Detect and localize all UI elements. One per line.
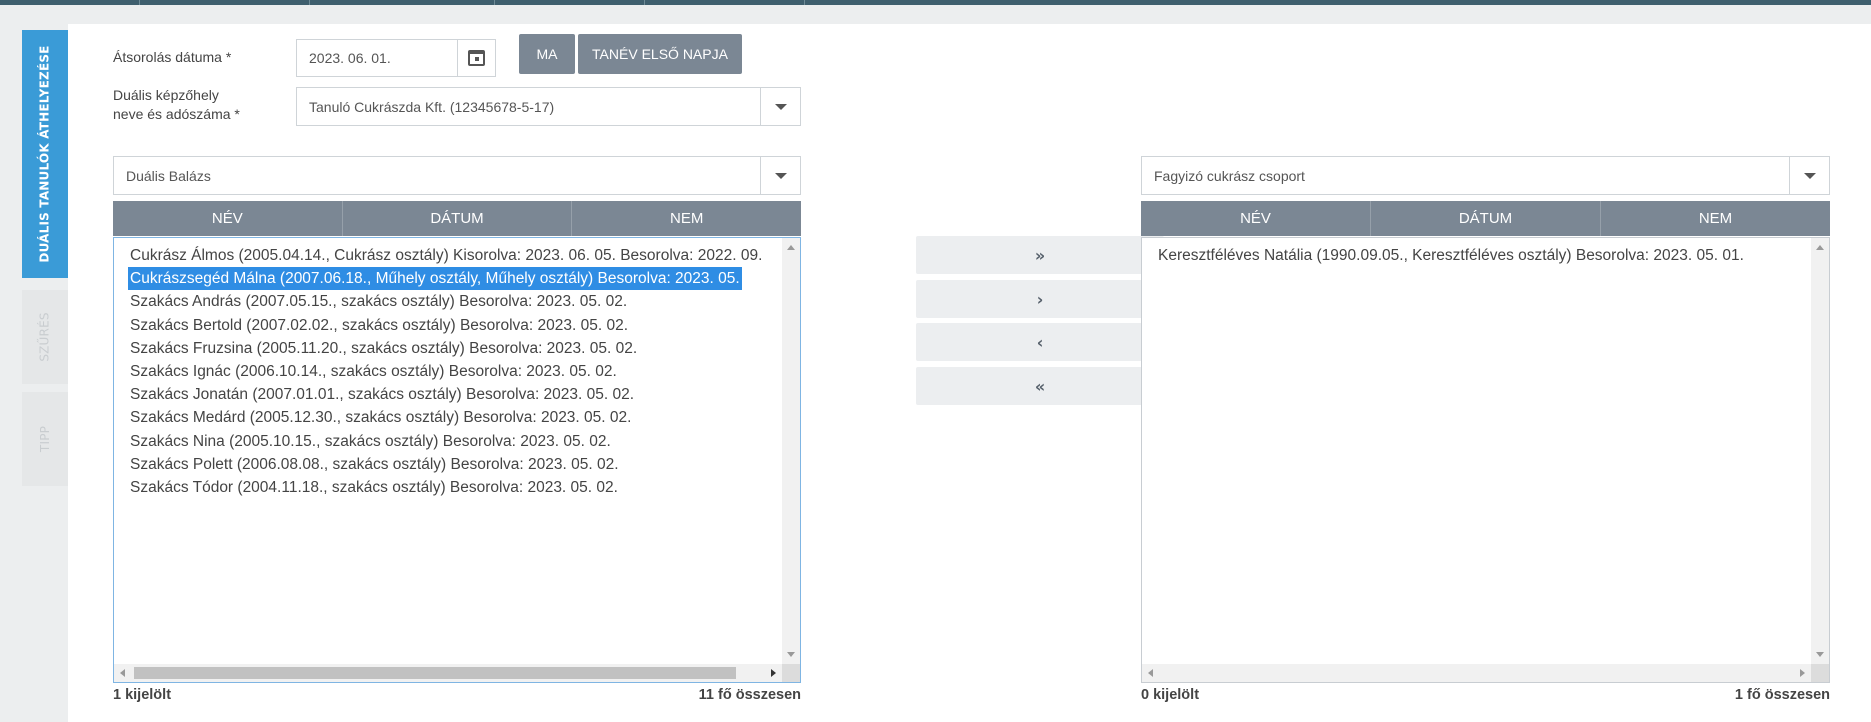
move-right-button[interactable]: › (916, 280, 1164, 318)
list-item-label: Szakács Nina (2005.10.15., szakács osztá… (130, 432, 611, 450)
scroll-down-icon[interactable] (1816, 652, 1824, 657)
calendar-button[interactable] (457, 40, 495, 76)
top-nav-bar (0, 0, 1871, 5)
dropdown-button[interactable] (1789, 157, 1829, 194)
list-item[interactable]: Szakács Fruzsina (2005.11.20., szakács o… (128, 337, 778, 360)
list-item[interactable]: Szakács Jonatán (2007.01.01., szakács os… (128, 383, 778, 406)
chevron-left-icon: ‹ (1036, 332, 1044, 352)
tab-filter[interactable]: SZŰRÉS (22, 290, 68, 384)
column-date[interactable]: DÁTUM (1371, 201, 1601, 236)
workplace-value: Tanuló Cukrászda Kft. (12345678-5-17) (309, 98, 555, 115)
column-name[interactable]: NÉV (1141, 201, 1371, 236)
chevron-down-icon (774, 172, 787, 179)
workplace-select[interactable]: Tanuló Cukrászda Kft. (12345678-5-17) (296, 87, 801, 126)
tab-dual-students-transfer[interactable]: DUÁLIS TANULÓK ÁTHELYEZÉSE (22, 30, 68, 278)
left-student-list[interactable]: Cukrász Álmos (2005.04.14., Cukrász oszt… (113, 237, 801, 683)
list-item[interactable]: Szakács Ignác (2006.10.14., szakács oszt… (128, 360, 778, 383)
list-item-label: Szakács Medárd (2005.12.30., szakács osz… (130, 409, 632, 427)
right-list-header: NÉV DÁTUM NEM (1141, 201, 1830, 236)
workplace-label-line2: neve és adószáma * (113, 106, 240, 122)
move-left-button[interactable]: ‹ (916, 323, 1164, 361)
scroll-corner (1811, 664, 1829, 682)
scroll-up-icon[interactable] (1816, 245, 1824, 250)
list-item-label: Szakács Ignác (2006.10.14., szakács oszt… (130, 362, 617, 380)
move-all-left-button[interactable]: « (916, 367, 1164, 405)
left-group-select[interactable]: Duális Balázs (113, 156, 801, 195)
calendar-icon (468, 50, 485, 66)
list-item-label: Szakács Polett (2006.08.08., szakács osz… (130, 455, 619, 473)
right-total-count: 1 fő összesen (1734, 687, 1830, 703)
list-item[interactable]: Szakács Polett (2006.08.08., szakács osz… (128, 453, 778, 476)
horizontal-scrollbar[interactable] (1142, 664, 1811, 682)
list-item[interactable]: Keresztféléves Natália (1990.09.05., Ker… (1156, 244, 1807, 267)
list-item-label: Szakács Fruzsina (2005.11.20., szakács o… (130, 339, 638, 357)
today-button[interactable]: MA (519, 34, 575, 74)
scroll-right-icon[interactable] (1800, 669, 1805, 677)
tab-label: SZŰRÉS (38, 312, 53, 362)
list-item-label: Szakács András (2007.05.15., szakács osz… (130, 293, 628, 311)
list-item[interactable]: Szakács Nina (2005.10.15., szakács osztá… (128, 430, 778, 453)
scroll-right-icon[interactable] (771, 669, 776, 677)
double-chevron-left-icon: « (1034, 376, 1046, 396)
right-list-items: Keresztféléves Natália (1990.09.05., Ker… (1156, 244, 1807, 267)
right-group-value: Fagyizó cukrász csoport (1154, 167, 1305, 184)
right-group-select[interactable]: Fagyizó cukrász csoport (1141, 156, 1830, 195)
tab-label: TIPP (38, 425, 52, 453)
left-list-header: NÉV DÁTUM NEM (113, 201, 801, 236)
list-item-label-selected: Cukrászsegéd Málna (2007.06.18., Műhely … (128, 267, 742, 291)
list-item[interactable]: Szakács Medárd (2005.12.30., szakács osz… (128, 406, 778, 429)
scroll-thumb[interactable] (134, 667, 736, 679)
scroll-down-icon[interactable] (787, 652, 795, 657)
tab-label: DUÁLIS TANULÓK ÁTHELYEZÉSE (38, 45, 53, 263)
left-total-count: 11 fő összesen (698, 687, 801, 703)
school-year-first-day-button[interactable]: TANÉV ELSŐ NAPJA (578, 34, 742, 74)
right-student-list[interactable]: Keresztféléves Natália (1990.09.05., Ker… (1141, 237, 1830, 683)
chevron-down-icon (774, 103, 787, 110)
list-item-label: Cukrász Álmos (2005.04.14., Cukrász oszt… (130, 247, 763, 264)
column-name[interactable]: NÉV (113, 201, 343, 236)
list-item[interactable]: Szakács Tódor (2004.11.18., szakács oszt… (128, 476, 778, 499)
list-item-label: Keresztféléves Natália (1990.09.05., Ker… (1158, 247, 1744, 264)
move-all-right-button[interactable]: » (916, 236, 1164, 274)
tab-tip[interactable]: TIPP (22, 392, 68, 486)
chevron-right-icon: › (1036, 289, 1044, 309)
list-item-label: Szakács Tódor (2004.11.18., szakács oszt… (130, 478, 618, 496)
left-list-items: Cukrász Álmos (2005.04.14., Cukrász oszt… (128, 244, 778, 499)
date-value: 2023. 06. 01. (309, 50, 391, 66)
list-item-label: Szakács Bertold (2007.02.02., szakács os… (130, 316, 628, 334)
column-gender[interactable]: NEM (1601, 201, 1830, 236)
list-item[interactable]: Szakács András (2007.05.15., szakács osz… (128, 290, 778, 313)
scroll-corner (782, 664, 800, 682)
scroll-up-icon[interactable] (787, 245, 795, 250)
horizontal-scrollbar[interactable] (114, 664, 782, 682)
left-selected-count: 1 kijelölt (113, 687, 172, 703)
list-item-label: Szakács Jonatán (2007.01.01., szakács os… (130, 386, 635, 404)
column-date[interactable]: DÁTUM (343, 201, 573, 236)
dropdown-button[interactable] (760, 157, 800, 194)
left-group-value: Duális Balázs (126, 167, 211, 184)
scroll-left-icon[interactable] (1148, 669, 1153, 677)
chevron-down-icon (1803, 172, 1816, 179)
date-field[interactable]: 2023. 06. 01. (296, 39, 496, 77)
column-gender[interactable]: NEM (572, 201, 801, 236)
date-label: Átsorolás dátuma * (113, 49, 232, 65)
dropdown-button[interactable] (760, 88, 800, 125)
list-item[interactable]: Szakács Bertold (2007.02.02., szakács os… (128, 314, 778, 337)
vertical-scrollbar[interactable] (782, 238, 800, 664)
list-item[interactable]: Cukrász Álmos (2005.04.14., Cukrász oszt… (128, 244, 778, 267)
double-chevron-right-icon: » (1034, 245, 1046, 265)
workplace-label-line1: Duális képzőhely (113, 87, 219, 103)
vertical-scrollbar[interactable] (1811, 238, 1829, 664)
scroll-left-icon[interactable] (120, 669, 125, 677)
main-content: Átsorolás dátuma * 2023. 06. 01. MA TANÉ… (68, 24, 1871, 722)
list-item[interactable]: Cukrászsegéd Málna (2007.06.18., Műhely … (128, 267, 778, 291)
right-selected-count: 0 kijelölt (1141, 687, 1200, 703)
